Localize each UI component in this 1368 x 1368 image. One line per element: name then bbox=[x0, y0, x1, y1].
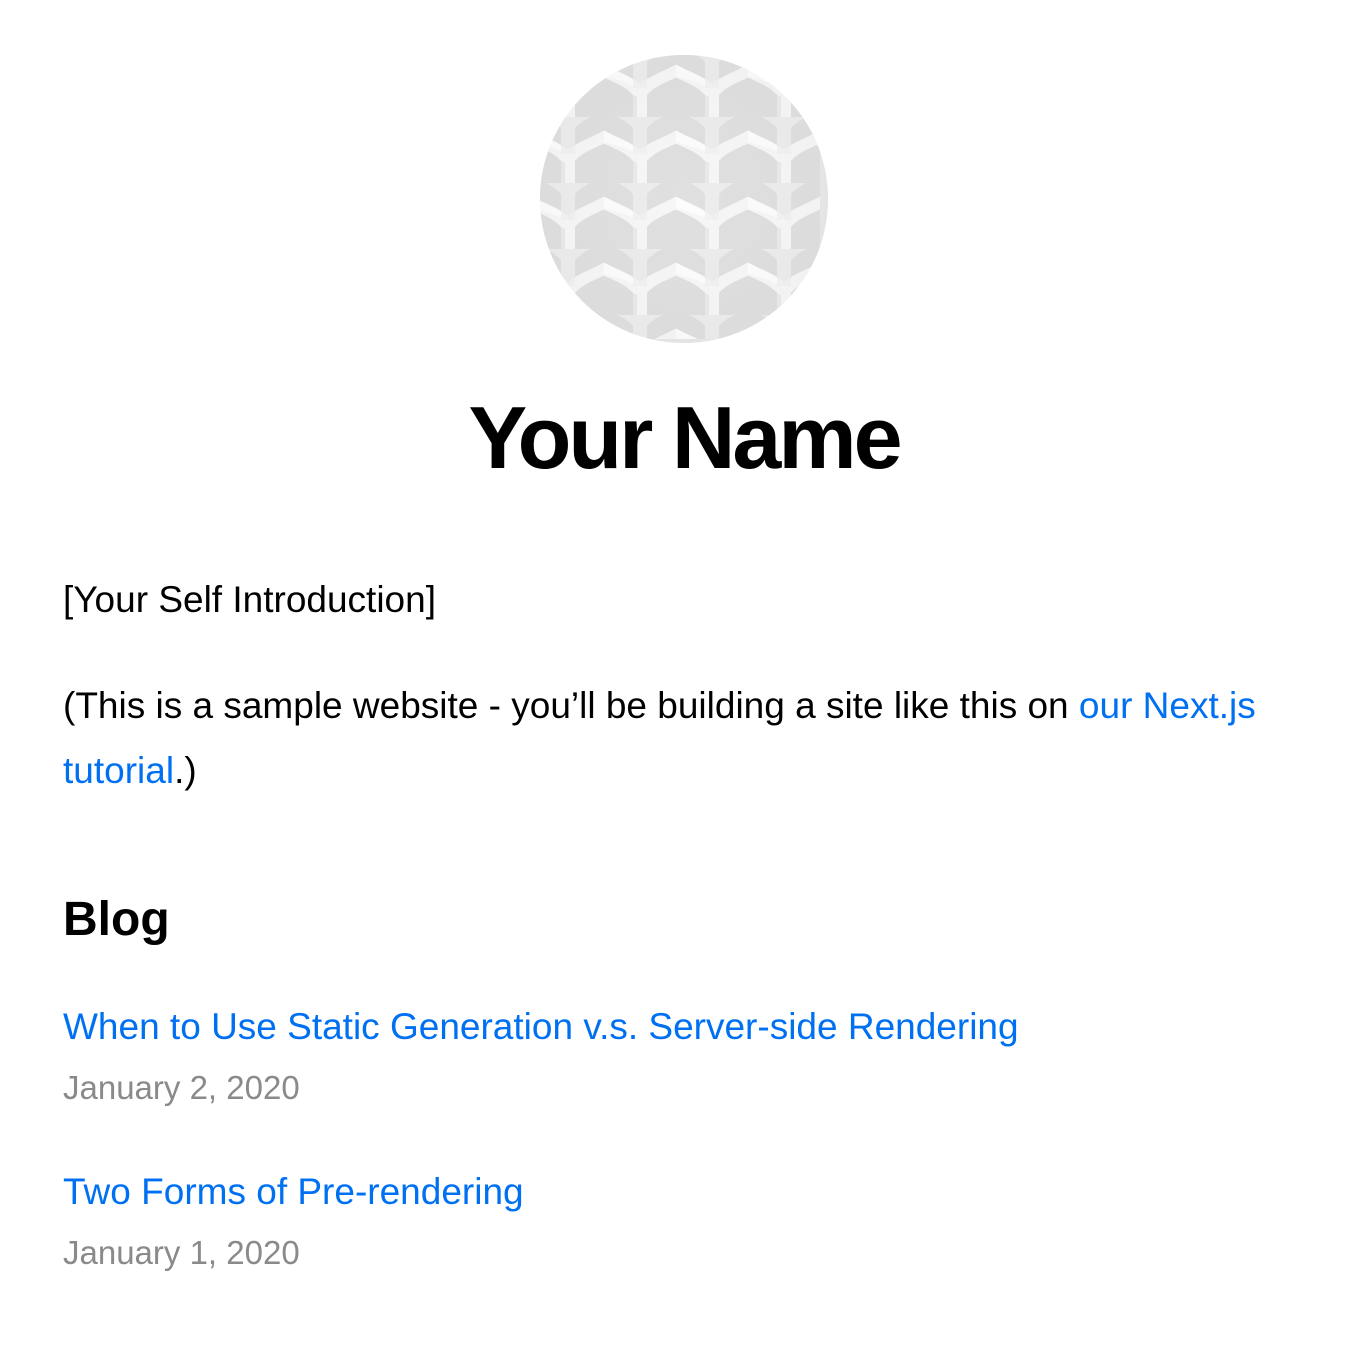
blog-post-title-link[interactable]: Two Forms of Pre-rendering bbox=[63, 1162, 1305, 1222]
blog-post-item: Two Forms of Pre-rendering January 1, 20… bbox=[63, 1162, 1305, 1284]
blog-post-title-link[interactable]: When to Use Static Generation v.s. Serve… bbox=[63, 997, 1305, 1057]
page-container: Your Name [Your Self Introduction] (This… bbox=[63, 0, 1305, 1271]
note-suffix: .) bbox=[174, 750, 197, 791]
woven-pattern-image bbox=[540, 55, 828, 343]
blog-post-item: When to Use Static Generation v.s. Serve… bbox=[63, 997, 1305, 1119]
sample-site-note: (This is a sample website - you’ll be bu… bbox=[63, 673, 1273, 803]
blog-post-list: When to Use Static Generation v.s. Serve… bbox=[63, 997, 1305, 1327]
blog-post-date: January 2, 2020 bbox=[63, 1069, 300, 1106]
blog-heading: Blog bbox=[63, 893, 170, 946]
profile-avatar bbox=[540, 55, 828, 343]
self-introduction: [Your Self Introduction] bbox=[63, 579, 436, 620]
note-prefix: (This is a sample website - you’ll be bu… bbox=[63, 685, 1079, 726]
blog-post-date: January 1, 2020 bbox=[63, 1234, 300, 1271]
profile-header: Your Name bbox=[63, 0, 1305, 498]
page-title: Your Name bbox=[468, 388, 902, 487]
